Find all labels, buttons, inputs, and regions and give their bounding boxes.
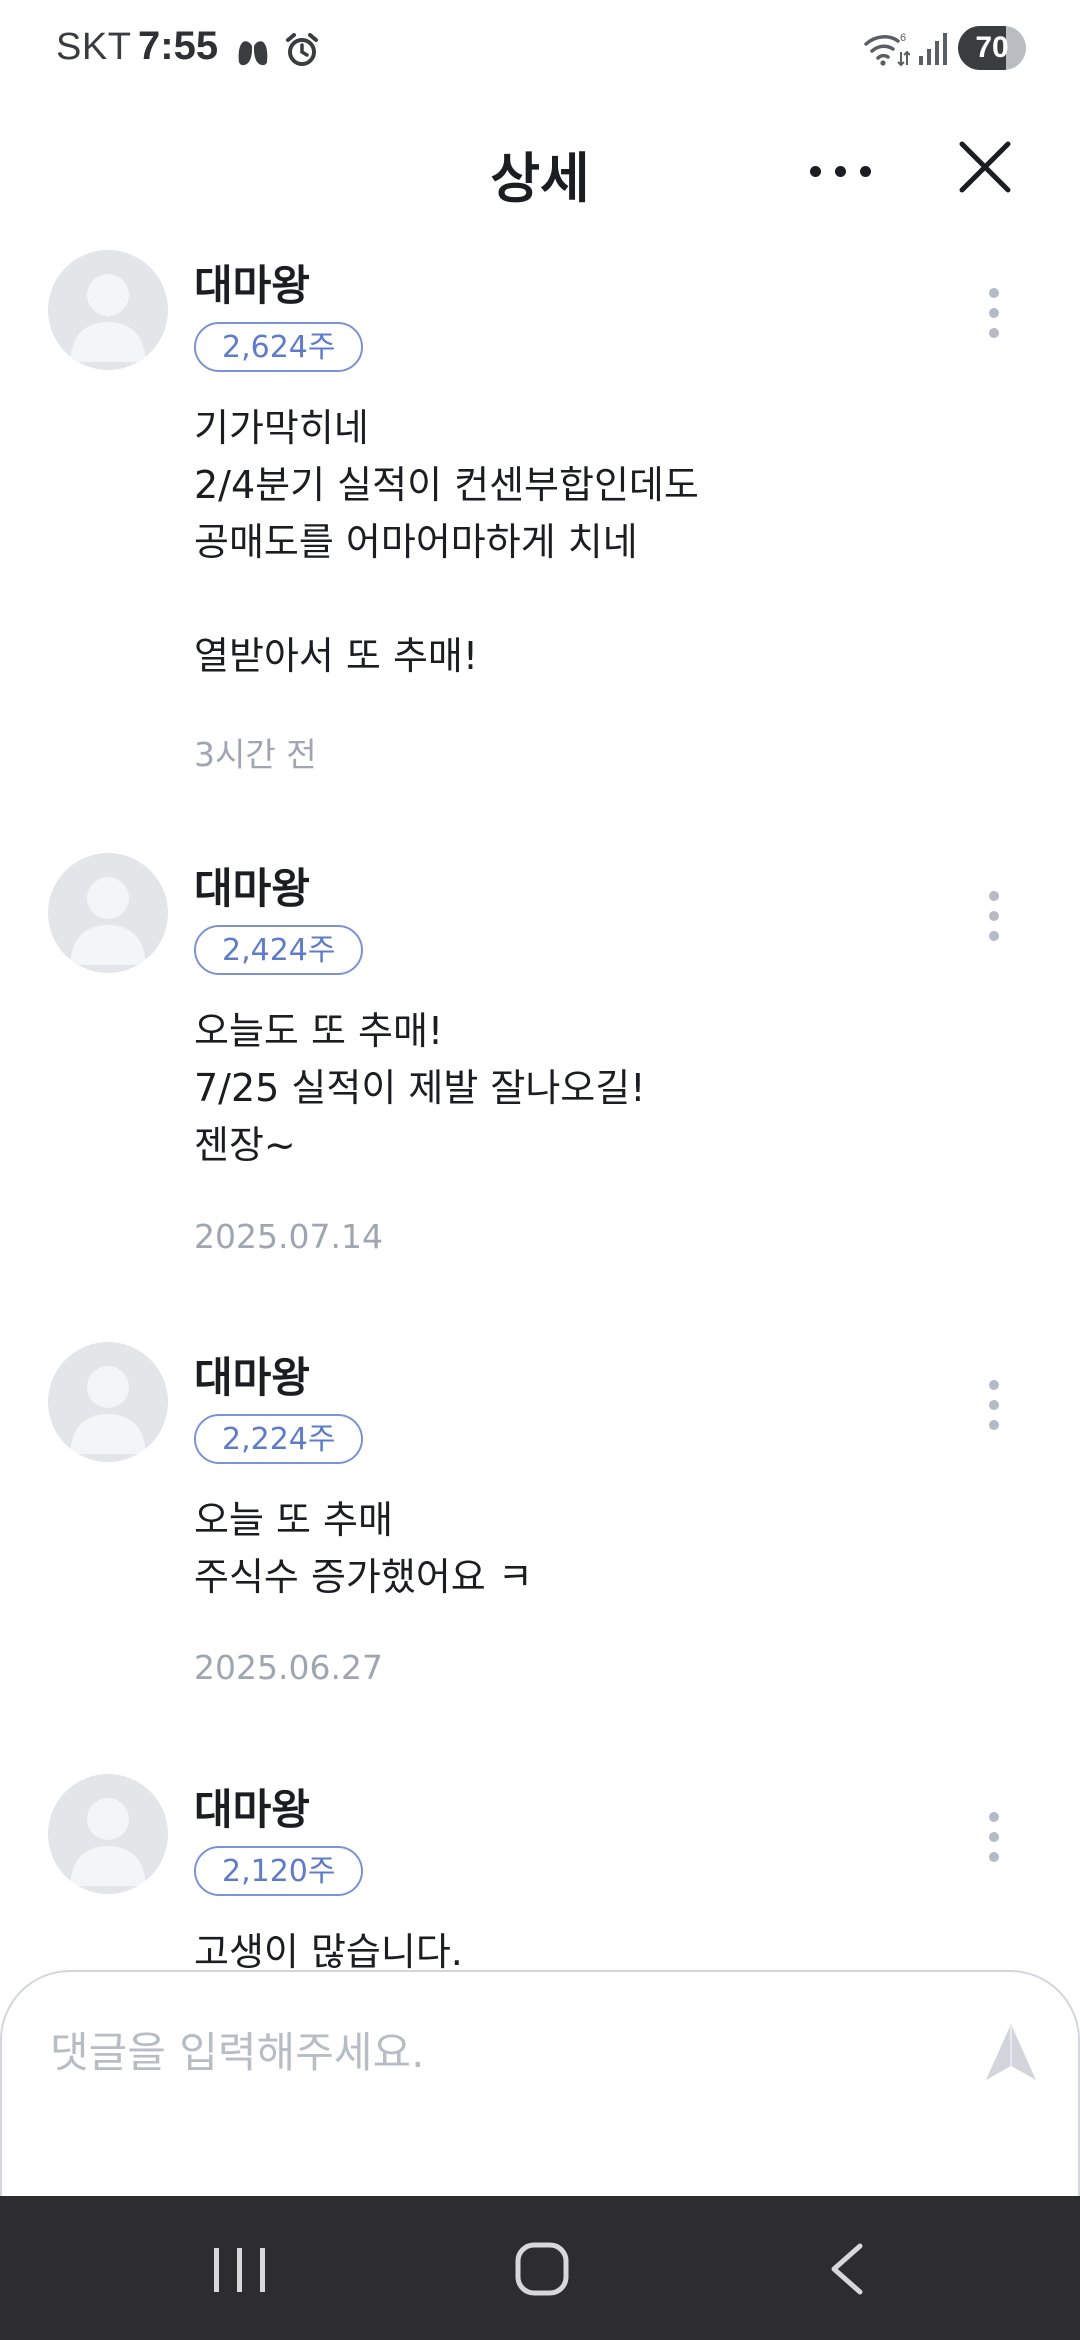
page-title: 상세	[490, 147, 590, 210]
more-vertical-icon	[989, 1812, 999, 1822]
comment-line: 오늘 또 추매	[194, 1498, 393, 1542]
recent-apps-button[interactable]	[208, 2244, 272, 2296]
header: 상세	[0, 110, 1080, 230]
send-icon	[986, 2024, 1036, 2080]
battery-icon: 70	[958, 26, 1026, 70]
lungs-icon	[238, 34, 268, 66]
system-nav-bar	[0, 2196, 1080, 2340]
share-count-badge: 2,224주	[194, 1414, 364, 1464]
comment-author[interactable]: 대마왕	[194, 1344, 310, 1405]
avatar[interactable]	[48, 853, 168, 973]
comment-timestamp: 2025.07.14	[194, 1217, 383, 1256]
comment-menu-button[interactable]	[984, 288, 1004, 348]
home-button[interactable]	[514, 2240, 570, 2298]
comment-text: 오늘 또 추매 주식수 증가했어요 ㅋ	[194, 1492, 1014, 1606]
comment-menu-button[interactable]	[984, 1380, 1004, 1440]
more-vertical-icon-dot	[989, 1832, 999, 1842]
more-options-button[interactable]	[800, 140, 880, 200]
recent-apps-icon	[214, 2248, 265, 2292]
comment-line	[194, 571, 1014, 628]
comment-line: 주식수 증가했어요 ㅋ	[194, 1555, 533, 1599]
more-vertical-icon-dot	[989, 1852, 999, 1862]
more-vertical-icon-dot	[989, 911, 999, 921]
avatar[interactable]	[48, 250, 168, 370]
comment-line: 기가막히네	[194, 406, 369, 450]
person-icon	[70, 1798, 146, 1886]
share-count-badge: 2,624주	[194, 322, 364, 372]
more-vertical-icon-dot	[989, 1400, 999, 1410]
comment-line: 젠장~	[194, 1123, 296, 1167]
more-vertical-icon	[989, 1380, 999, 1390]
battery-level: 70	[975, 31, 1009, 64]
send-button[interactable]	[982, 2020, 1040, 2084]
back-icon	[831, 2243, 863, 2295]
more-horizontal-icon	[810, 166, 821, 177]
comment-line: 오늘도 또 추매!	[194, 1009, 444, 1053]
comment-author[interactable]: 대마왕	[194, 855, 310, 916]
close-icon	[959, 141, 1011, 193]
comment-line: 고생이 많습니다.	[194, 1930, 463, 1970]
comment-menu-button[interactable]	[984, 1812, 1004, 1872]
more-vertical-icon-dot	[989, 308, 999, 318]
alarm-icon	[286, 33, 318, 66]
more-horizontal-icon-dot	[860, 166, 871, 177]
close-button[interactable]	[950, 132, 1020, 202]
comment-input[interactable]	[50, 2012, 930, 2092]
wifi-badge: 6	[900, 32, 906, 44]
more-vertical-icon-dot	[989, 931, 999, 941]
person-icon	[70, 1366, 146, 1454]
share-count-badge: 2,120주	[194, 1846, 364, 1896]
status-time: 7:55	[138, 24, 219, 68]
more-vertical-icon-dot	[989, 328, 999, 338]
comment-list[interactable]: 대마왕 2,624주 기가막히네 2/4분기 실적이 컨센부합인데도 공매도를 …	[0, 230, 1080, 1970]
back-button[interactable]	[824, 2240, 868, 2298]
wifi-icon: 6	[864, 32, 910, 67]
comment-timestamp: 2025.06.27	[194, 1648, 383, 1687]
comment-line: 2/4분기 실적이 컨센부합인데도	[194, 463, 699, 507]
more-vertical-icon	[989, 288, 999, 298]
comment-input-bar	[0, 1970, 1080, 2196]
comment-text: 고생이 많습니다.	[194, 1924, 1014, 1970]
comment-text: 오늘도 또 추매! 7/25 실적이 제발 잘나오길! 젠장~	[194, 1003, 1014, 1174]
status-bar: SKT 7:55 6 70	[0, 0, 1080, 100]
avatar[interactable]	[48, 1342, 168, 1462]
carrier-label: SKT	[56, 26, 132, 68]
more-vertical-icon	[989, 891, 999, 901]
person-icon	[70, 274, 146, 362]
home-icon	[515, 2242, 569, 2296]
more-vertical-icon-dot	[989, 1420, 999, 1430]
comment-author[interactable]: 대마왕	[194, 252, 310, 313]
comment-line: 7/25 실적이 제발 잘나오길!	[194, 1066, 646, 1110]
comment-menu-button[interactable]	[984, 891, 1004, 951]
comment-author[interactable]: 대마왕	[194, 1776, 310, 1837]
avatar[interactable]	[48, 1774, 168, 1894]
comment-timestamp: 3시간 전	[194, 735, 317, 774]
comment-line: 공매도를 어마어마하게 치네	[194, 520, 638, 564]
share-count-badge: 2,424주	[194, 925, 364, 975]
comment-text: 기가막히네 2/4분기 실적이 컨센부합인데도 공매도를 어마어마하게 치네 열…	[194, 400, 1014, 685]
more-horizontal-icon-dot	[835, 166, 846, 177]
person-icon	[70, 877, 146, 965]
signal-icon	[919, 33, 947, 65]
comment-line: 열받아서 또 추매!	[194, 634, 479, 678]
